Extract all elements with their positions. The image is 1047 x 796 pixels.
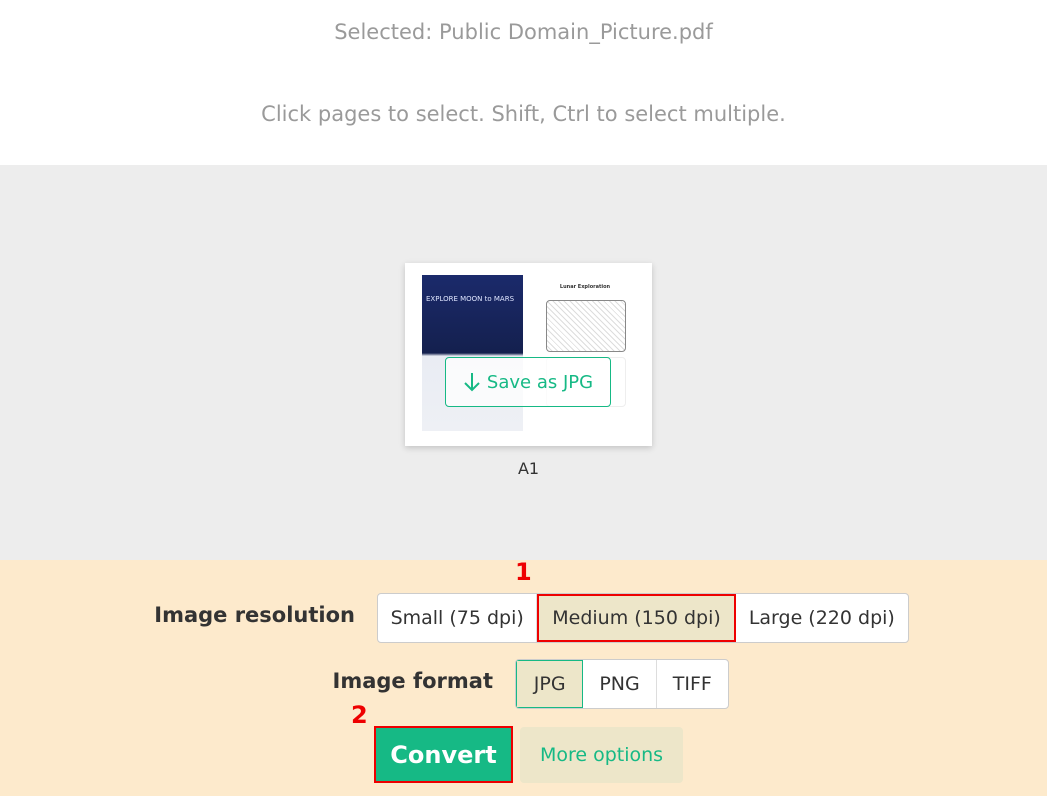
selected-file-text: Selected: Public Domain_Picture.pdf bbox=[334, 20, 713, 44]
format-label: Image format bbox=[332, 669, 493, 693]
step-1-marker: 1 bbox=[515, 558, 532, 586]
poster-title: EXPLORE MOON to MARS bbox=[426, 295, 515, 303]
resolution-label: Image resolution bbox=[154, 603, 355, 627]
thumbnail-poster-image: EXPLORE MOON to MARS bbox=[422, 275, 523, 431]
format-jpg[interactable]: JPG bbox=[516, 660, 584, 708]
resolution-medium[interactable]: Medium (150 dpi) bbox=[537, 594, 736, 642]
page-label: A1 bbox=[517, 459, 540, 478]
instructions-text: Click pages to select. Shift, Ctrl to se… bbox=[261, 102, 786, 126]
resolution-small[interactable]: Small (75 dpi) bbox=[378, 594, 538, 642]
step-2-marker: 2 bbox=[351, 701, 368, 729]
worksheet-title: Lunar Exploration bbox=[559, 284, 611, 290]
worksheet-illustration bbox=[546, 300, 626, 352]
format-tiff[interactable]: TIFF bbox=[657, 660, 728, 708]
convert-button[interactable]: Convert bbox=[374, 726, 513, 783]
resolution-large[interactable]: Large (220 dpi) bbox=[736, 594, 908, 642]
more-options-button[interactable]: More options bbox=[520, 727, 683, 783]
thumbnail-worksheet-image: Lunar Exploration bbox=[540, 275, 630, 431]
download-arrow-icon bbox=[464, 373, 480, 392]
format-selector: JPG PNG TIFF bbox=[515, 659, 729, 709]
save-as-jpg-button[interactable]: Save as JPG bbox=[445, 357, 611, 407]
save-button-label: Save as JPG bbox=[486, 371, 594, 393]
resolution-selector: Small (75 dpi) Medium (150 dpi) Large (2… bbox=[377, 593, 909, 643]
format-png[interactable]: PNG bbox=[583, 660, 657, 708]
page-thumbnail[interactable]: EXPLORE MOON to MARS Lunar Exploration S… bbox=[405, 263, 652, 446]
